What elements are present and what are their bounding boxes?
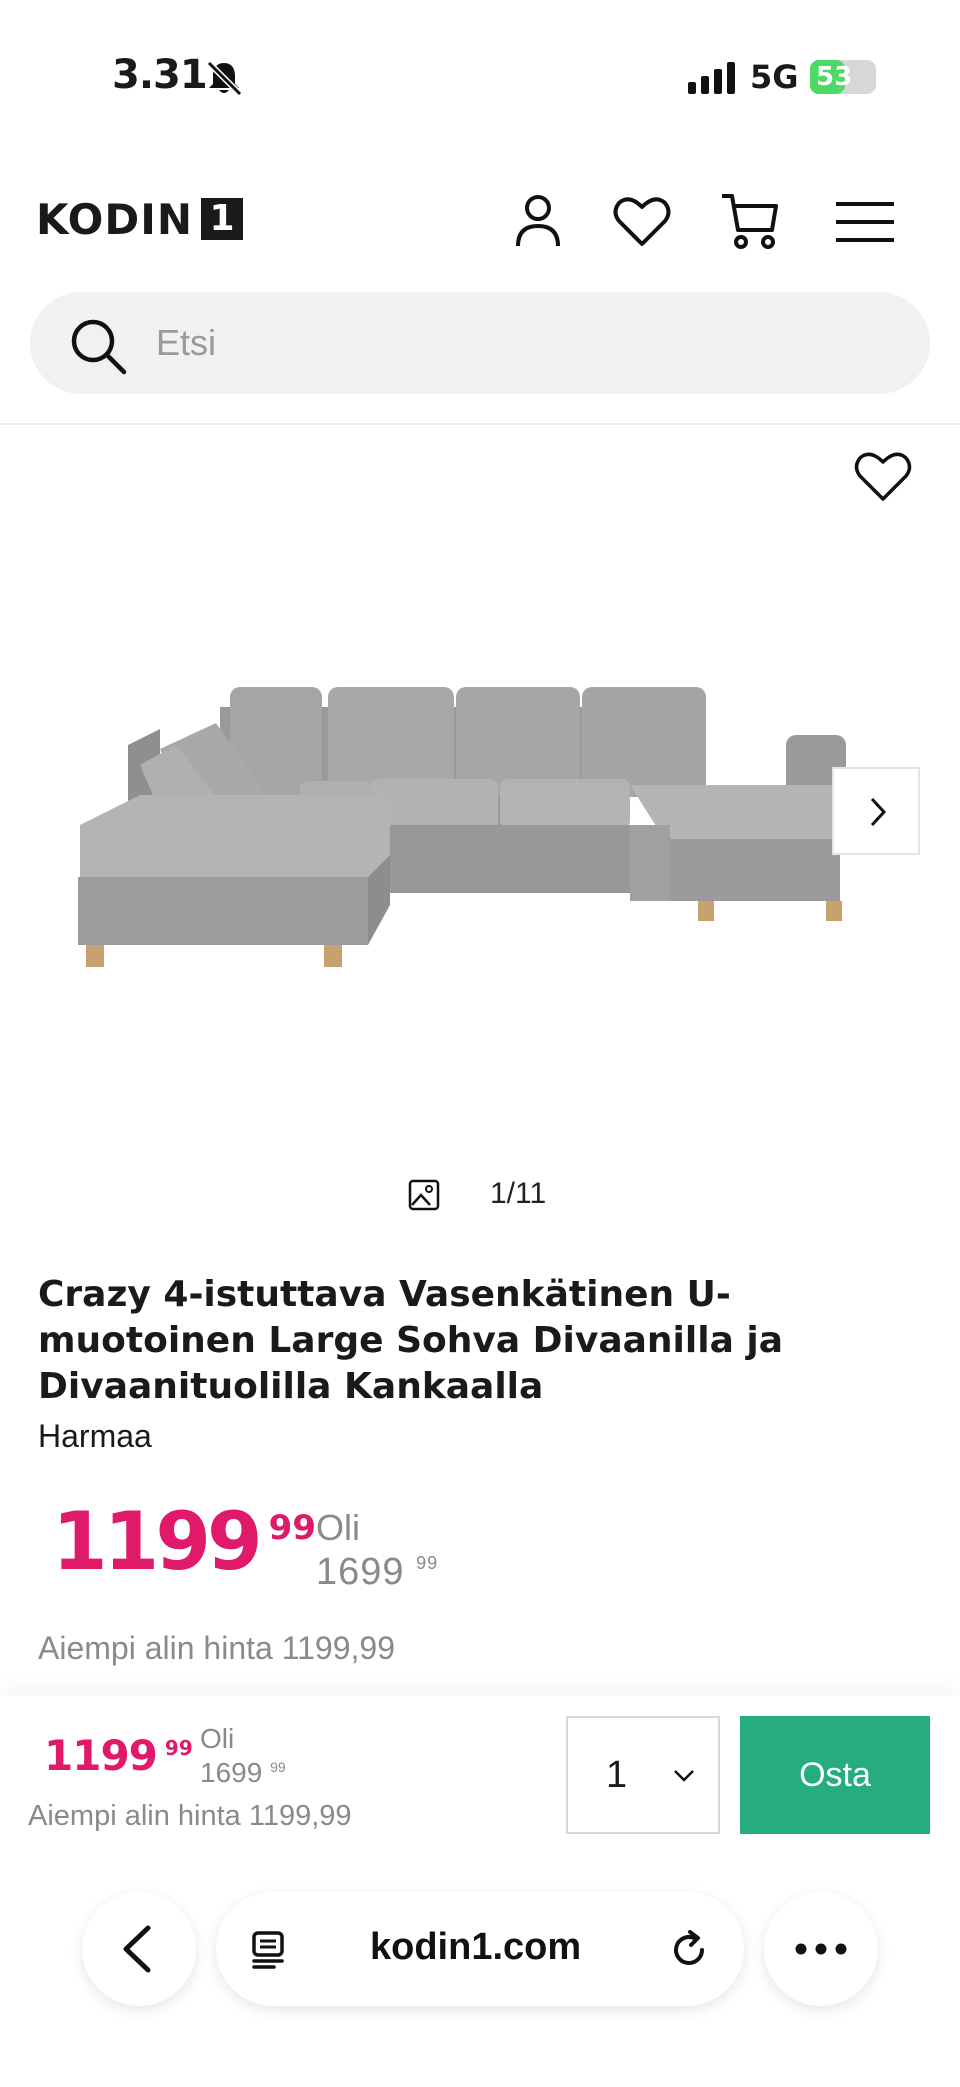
- search-icon: [71, 319, 127, 375]
- sticky-previous-price-decimals: 99: [270, 1759, 286, 1775]
- browser-toolbar: kodin1.com: [0, 1876, 960, 2087]
- product-title: Crazy 4-istuttava Vasenkätinen U-muotoin…: [38, 1274, 784, 1407]
- site-logo[interactable]: KODIN 1: [36, 194, 244, 244]
- signal-icon: [688, 62, 735, 94]
- gallery-counter: 1/11: [0, 1177, 960, 1217]
- logo-text: KODIN: [36, 194, 194, 244]
- status-time: 3.31: [112, 52, 208, 98]
- sticky-buy-bar: 1199 99 Oli 1699 99 Aiempi alin hinta 11…: [0, 1696, 960, 1876]
- product-price: 1199 99: [52, 1498, 316, 1586]
- browser-back-button[interactable]: [82, 1892, 196, 2006]
- gallery-counter-text: 1/11: [490, 1177, 547, 1210]
- chevron-down-icon: [674, 1770, 694, 1782]
- previous-price-decimals: 99: [416, 1553, 439, 1573]
- product-gallery[interactable]: 1/11: [0, 425, 960, 1215]
- logo-number: 1: [201, 198, 244, 240]
- quantity-value: 1: [606, 1754, 628, 1796]
- battery-level: 53: [816, 62, 853, 92]
- battery-indicator: 53: [810, 60, 876, 94]
- chevron-right-icon: [870, 797, 887, 827]
- search-bar[interactable]: [30, 292, 930, 394]
- network-label: 5G: [750, 58, 799, 96]
- sticky-previous-price-label: Oli: [200, 1723, 235, 1754]
- sticky-price-integer: 1199: [44, 1731, 158, 1780]
- gallery-next-button[interactable]: [832, 767, 920, 855]
- back-icon: [123, 1925, 151, 1973]
- sticky-price-decimals: 99: [164, 1736, 193, 1760]
- previous-price-integer: 1699: [316, 1551, 405, 1593]
- status-bar: 3.31 5G 53: [0, 0, 960, 150]
- price-decimals: 99: [268, 1508, 316, 1548]
- user-icon[interactable]: [506, 190, 570, 254]
- image-icon: [408, 1179, 440, 1211]
- search-input[interactable]: [156, 316, 856, 370]
- heart-icon[interactable]: [610, 190, 674, 254]
- browser-more-button[interactable]: [764, 1892, 878, 2006]
- previous-price: Oli 1699 99: [316, 1508, 438, 1596]
- bell-slash-icon: [206, 60, 243, 97]
- cart-icon[interactable]: [718, 190, 782, 254]
- sticky-previous-price-value: 1699 99: [200, 1756, 286, 1790]
- sticky-price: 1199 99: [44, 1732, 193, 1780]
- previous-price-label: Oli: [316, 1507, 360, 1548]
- menu-icon[interactable]: [834, 190, 898, 254]
- sticky-previous-price-integer: 1699: [200, 1757, 263, 1788]
- browser-url: kodin1.com: [370, 1926, 582, 1968]
- buy-button[interactable]: Osta: [740, 1716, 930, 1834]
- favorite-heart-icon[interactable]: [852, 447, 914, 503]
- lowest-price-note: Aiempi alin hinta 1199,99: [38, 1630, 395, 1666]
- site-header: KODIN 1: [0, 180, 960, 280]
- quantity-select[interactable]: 1: [566, 1716, 720, 1834]
- browser-address-bar[interactable]: kodin1.com: [216, 1892, 744, 2006]
- product-variant: Harmaa: [38, 1418, 152, 1454]
- reader-icon[interactable]: [250, 1930, 290, 1970]
- reload-icon[interactable]: [668, 1928, 712, 1972]
- price-integer: 1199: [52, 1495, 263, 1588]
- product-image[interactable]: [70, 645, 890, 985]
- more-icon: [795, 1943, 847, 1955]
- sticky-previous-price: Oli 1699 99: [200, 1722, 286, 1790]
- sticky-lowest-price-note: Aiempi alin hinta 1199,99: [28, 1800, 352, 1832]
- previous-price-value: 1699 99: [316, 1548, 438, 1596]
